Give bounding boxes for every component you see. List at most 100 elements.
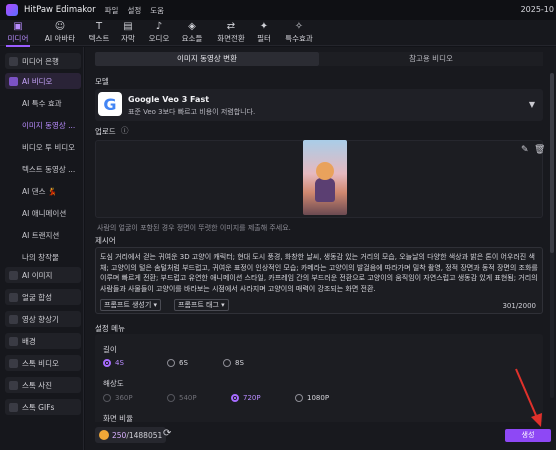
upload-area[interactable]: ✎ 🗑 <box>95 140 545 218</box>
sidebar-item-ai-image[interactable]: AI 이미지 <box>5 267 81 283</box>
menu-file[interactable]: 파일 <box>105 5 119 16</box>
tool-filter[interactable]: ✦ 필터 <box>254 21 274 45</box>
sidebar-item-label: 영상 향상기 <box>22 314 59 324</box>
sidebar-sub-ai-effects[interactable]: AI 특수 효과 <box>22 98 62 109</box>
sidebar-sub-ai-animation[interactable]: AI 애니메이션 <box>22 208 66 219</box>
text-icon: T <box>95 21 103 32</box>
tool-audio[interactable]: ♪ 오디오 <box>146 21 172 45</box>
settings-title: 설정 메뉴 <box>95 324 125 333</box>
tool-label: 텍스트 <box>88 34 110 43</box>
prompt-char-counter: 301/2000 <box>502 302 536 310</box>
face-swap-icon <box>9 292 18 302</box>
resolution-option-720p[interactable]: 720P <box>231 394 261 402</box>
length-option-6s[interactable]: 6S <box>167 359 188 367</box>
resolution-option-1080p[interactable]: 1080P <box>295 394 329 402</box>
sidebar-item-label: AI 이미지 <box>22 270 53 280</box>
transition-icon: ⇄ <box>226 21 236 32</box>
audio-icon: ♪ <box>155 21 163 32</box>
sidebar-item-enhancer[interactable]: 영상 향상기 <box>5 311 81 327</box>
sidebar-item-label: 배경 <box>22 336 36 346</box>
sidebar-item-background[interactable]: 배경 <box>5 333 81 349</box>
version-date: 2025-10 <box>520 5 554 14</box>
google-logo-icon: G <box>98 92 122 116</box>
chevron-down-icon: ▼ <box>528 100 535 109</box>
option-label: 720P <box>243 394 261 402</box>
trash-icon[interactable]: 🗑 <box>534 145 545 155</box>
tool-media[interactable]: ▣ 미디어 <box>4 21 32 47</box>
ai-video-icon <box>9 76 18 86</box>
tool-ai-avatar[interactable]: ☺ AI 아바타 <box>42 21 78 45</box>
sidebar-item-ai-video[interactable]: AI 비디오 <box>5 73 81 89</box>
sidebar-item-label: 스톡 비디오 <box>22 358 59 368</box>
sidebar-sub-my-creations[interactable]: 나의 창작물 <box>22 252 59 263</box>
model-selector[interactable]: G Google Veo 3 Fast 표준 Veo 3보다 빠르고 비용이 저… <box>95 89 543 121</box>
footer-bar: 250 /1488051 ⟳ 생성 <box>85 422 556 450</box>
sidebar-sub-image-to-video[interactable]: 이미지 동영상 ... <box>22 120 75 131</box>
model-name: Google Veo 3 Fast <box>128 95 210 104</box>
menu-settings[interactable]: 설정 <box>127 5 141 16</box>
radio-icon <box>103 394 111 402</box>
sidebar-item-label: 스톡 GIFs <box>22 402 55 412</box>
prompt-generator-button[interactable]: 프롬프트 생성기 ▾ <box>100 299 162 311</box>
radio-icon <box>103 359 111 367</box>
edit-icon[interactable]: ✎ <box>521 145 529 155</box>
tool-transition[interactable]: ⇄ 화면전환 <box>214 21 248 45</box>
upload-hint: 사람의 얼굴이 포함된 경우 정면이 뚜렷한 이미지를 제출해 주세요. <box>97 224 291 232</box>
coin-icon <box>99 430 109 440</box>
tab-image-to-video[interactable]: 이미지 동영상 변환 <box>95 52 319 66</box>
ai-image-icon <box>9 270 18 280</box>
sidebar-item-library[interactable]: 미디어 은행 <box>5 53 81 69</box>
uploaded-image-thumbnail[interactable] <box>303 140 347 215</box>
resolution-option-360p: 360P <box>103 394 133 402</box>
option-label: 1080P <box>307 394 330 402</box>
settings-panel: 길이 4S 6S 8S 해상도 360P 540P 720P 1080P 화면 … <box>95 334 543 429</box>
sidebar-sub-video-to-video[interactable]: 비디오 투 비디오 <box>22 142 75 153</box>
option-label: 6S <box>179 359 188 367</box>
credits-total: /1488051 <box>126 430 163 440</box>
generate-button[interactable]: 생성 <box>505 429 551 442</box>
avatar-icon: ☺ <box>54 21 66 32</box>
upload-label: 업로드 <box>95 127 116 136</box>
prompt-tag-button[interactable]: 프롬프트 태그 ▾ <box>174 299 229 311</box>
tool-label: 요소들 <box>181 34 203 43</box>
tab-reference-video[interactable]: 참고용 비디오 <box>319 52 543 66</box>
tool-label: AI 아바타 <box>44 34 76 43</box>
length-label: 길이 <box>103 345 117 354</box>
sidebar-item-stock-video[interactable]: 스톡 비디오 <box>5 355 81 371</box>
sidebar-item-stock-gifs[interactable]: 스톡 GIFs <box>5 399 81 415</box>
sidebar-item-face-swap[interactable]: 얼굴 합성 <box>5 289 81 305</box>
sidebar-item-label: 미디어 은행 <box>22 56 59 66</box>
tool-text[interactable]: T 텍스트 <box>86 21 112 45</box>
prompt-textarea[interactable]: 도심 거리에서 걷는 귀여운 3D 고양이 캐릭터; 현대 도시 풍경, 화창한… <box>95 247 543 314</box>
media-icon: ▣ <box>13 21 23 32</box>
length-option-8s[interactable]: 8S <box>223 359 244 367</box>
tool-label: 필터 <box>257 34 271 43</box>
title-bar: HitPaw Edimakor 파일 설정 도움 2025-10 <box>0 0 556 20</box>
length-option-4s[interactable]: 4S <box>103 359 124 367</box>
cat-body-shape <box>315 178 335 202</box>
radio-icon <box>295 394 303 402</box>
sidebar-item-stock-photo[interactable]: 스톡 사진 <box>5 377 81 393</box>
tool-elements[interactable]: ◈ 요소들 <box>178 21 206 45</box>
scrollbar-thumb[interactable] <box>550 73 554 253</box>
tool-subtitle[interactable]: ▤ 자막 <box>118 21 138 45</box>
info-icon[interactable]: ⓘ <box>121 125 129 136</box>
mode-tabs: 이미지 동영상 변환 참고용 비디오 <box>95 52 543 66</box>
credit-balance: 250 /1488051 <box>95 427 167 443</box>
prompt-text[interactable]: 도심 거리에서 걷는 귀여운 3D 고양이 캐릭터; 현대 도시 풍경, 화창한… <box>100 252 540 294</box>
tool-label: 특수효과 <box>285 34 313 43</box>
sidebar-sub-ai-dance[interactable]: AI 댄스 💃 <box>22 186 57 197</box>
main-toolbar: ▣ 미디어 ☺ AI 아바타 T 텍스트 ▤ 자막 ♪ 오디오 ◈ 요소들 ⇄ … <box>0 20 556 47</box>
background-icon <box>9 336 18 346</box>
credits-used: 250 <box>112 430 127 440</box>
refresh-icon[interactable]: ⟳ <box>163 428 171 439</box>
sidebar-sub-ai-transition[interactable]: AI 트랜지션 <box>22 230 59 241</box>
menu-help[interactable]: 도움 <box>150 5 164 16</box>
cat-head-shape <box>316 162 334 180</box>
tool-effects[interactable]: ✧ 특수효과 <box>282 21 316 45</box>
library-icon <box>9 56 18 66</box>
option-label: 4S <box>115 359 124 367</box>
filter-icon: ✦ <box>259 21 269 32</box>
sidebar-item-label: AI 비디오 <box>22 76 53 86</box>
sidebar-sub-text-to-video[interactable]: 텍스트 동영상 ... <box>22 164 75 175</box>
